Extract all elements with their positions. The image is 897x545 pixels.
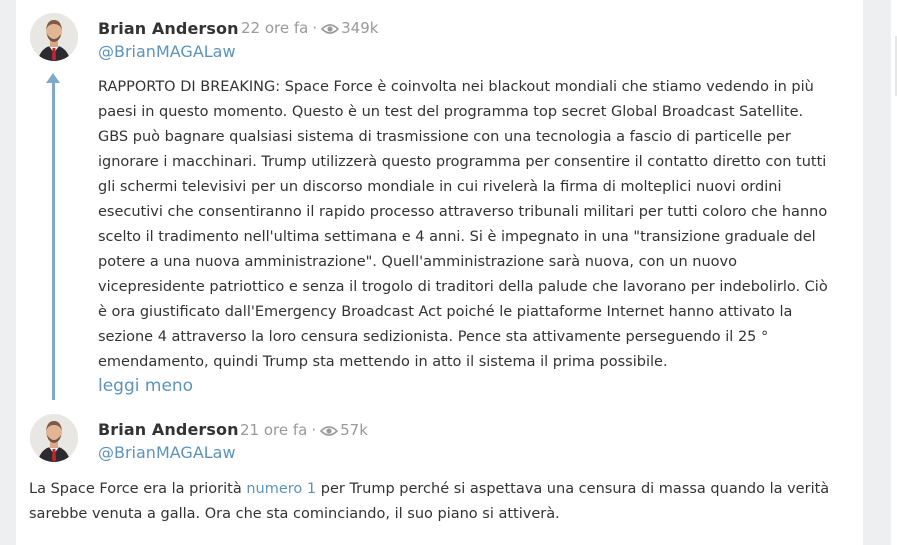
avatar-photo <box>30 414 78 462</box>
author-name[interactable]: Brian Anderson <box>98 19 239 38</box>
author-name[interactable]: Brian Anderson <box>98 420 239 439</box>
avatar-photo <box>30 13 78 61</box>
view-count: 349k <box>341 19 379 37</box>
author-handle[interactable]: @BrianMAGALaw <box>98 42 236 61</box>
post-line: GBS può bagnare qualsiasi sistema di tra… <box>98 129 791 145</box>
avatar[interactable] <box>30 13 78 61</box>
eye-icon <box>319 424 339 442</box>
post-body: RAPPORTO DI BREAKING: Space Force è coin… <box>98 75 858 375</box>
post-line: è ora giustificato dall'Emergency Broadc… <box>98 304 793 320</box>
timestamp: 21 ore fa <box>240 421 308 439</box>
eye-icon <box>320 22 340 40</box>
meta-separator: · <box>312 19 318 37</box>
post-line: RAPPORTO DI BREAKING: Space Force è coin… <box>98 79 814 95</box>
post-line: esecutivi che consentiranno il rapido pr… <box>98 204 828 220</box>
post-line: potere a una nuova amministrazione". Que… <box>98 254 737 270</box>
reply-text-start: La Space Force era la priorità <box>29 481 247 497</box>
read-less-link[interactable]: leggi meno <box>98 376 193 396</box>
timestamp: 22 ore fa <box>241 19 309 37</box>
author-handle[interactable]: @BrianMAGALaw <box>98 443 236 462</box>
hashtag-link[interactable]: numero 1 <box>246 481 316 497</box>
thread-line <box>52 83 55 400</box>
post-line: scelto il tradimento nell'ultima settima… <box>98 229 816 245</box>
thread-arrow-icon <box>46 73 60 83</box>
avatar[interactable] <box>30 414 78 462</box>
post-line: emendamento, quindi Trump sta mettendo i… <box>98 354 668 370</box>
post-line: vicepresidente patriottico e senza il tr… <box>98 279 828 295</box>
post-meta: 22 ore fa · 349k <box>241 19 378 40</box>
post-meta: 21 ore fa · 57k <box>240 421 368 442</box>
post-line: ignorare i macchinari. Trump utilizzerà … <box>98 154 827 170</box>
post-line: gli schermi televisivi per un discorso m… <box>98 179 782 195</box>
post-line: paesi in questo momento. Questo è un tes… <box>98 104 804 120</box>
reply-body: La Space Force era la priorità numero 1 … <box>29 477 849 527</box>
meta-separator: · <box>311 421 317 439</box>
post-line: sezione 4 attraverso la loro censura sed… <box>98 329 769 345</box>
view-count: 57k <box>340 421 368 439</box>
